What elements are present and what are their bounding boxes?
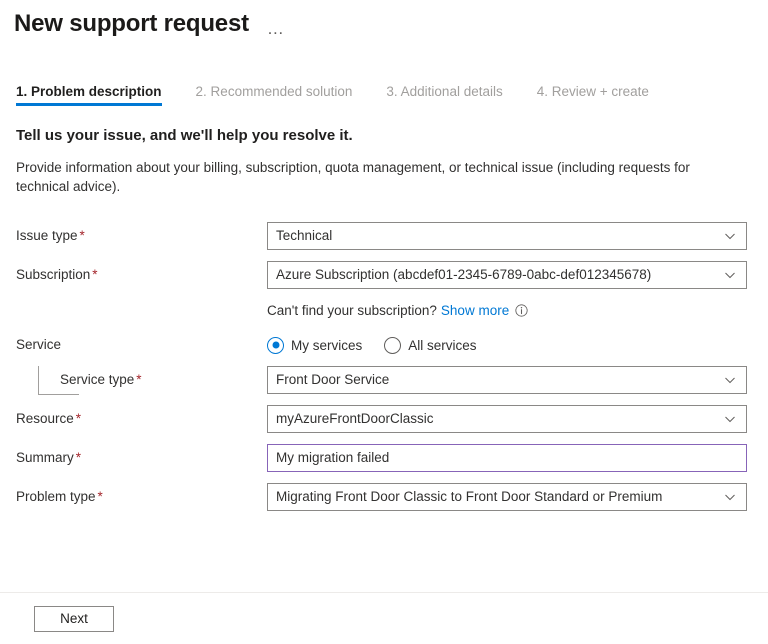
issue-type-dropdown[interactable]: Technical <box>267 222 747 250</box>
summary-label-text: Summary <box>16 450 74 465</box>
page-header: New support request … <box>0 0 768 40</box>
radio-all-services[interactable]: All services <box>384 336 477 354</box>
service-type-label-text: Service type <box>60 372 135 387</box>
intro-text: Provide information about your billing, … <box>16 160 690 194</box>
page-title: New support request <box>14 10 249 37</box>
required-asterisk: * <box>136 372 142 387</box>
subscription-label-text: Subscription <box>16 267 91 282</box>
problem-type-dropdown[interactable]: Migrating Front Door Classic to Front Do… <box>267 483 747 511</box>
more-options-icon[interactable]: … <box>267 20 286 37</box>
issue-type-label-text: Issue type <box>16 228 78 243</box>
form-row-issue-type: Issue type * Technical <box>16 222 768 250</box>
form-row-subscription: Subscription * Azure Subscription (abcdef… <box>16 261 768 289</box>
subscription-helper-text: Can't find your subscription? <box>267 302 437 318</box>
radio-all-services-label: All services <box>408 337 477 353</box>
radio-mark-selected-icon <box>267 336 284 354</box>
summary-label: Summary * <box>16 449 267 467</box>
service-type-value: Front Door Service <box>276 372 390 387</box>
summary-input[interactable]: My migration failed <box>267 444 747 472</box>
wizard-tabs: 1. Problem description 2. Recommended so… <box>0 80 768 106</box>
footer-bar: Next <box>0 593 768 644</box>
required-asterisk: * <box>75 450 82 465</box>
required-asterisk: * <box>75 411 82 426</box>
required-asterisk: * <box>97 489 103 504</box>
form-row-resource: Resource * myAzureFrontDoorClassic <box>16 405 768 433</box>
service-scope-radio-group: My services All services <box>267 336 499 354</box>
info-icon[interactable] <box>515 303 528 317</box>
required-asterisk: * <box>79 228 85 243</box>
intro-heading: Tell us your issue, and we'll help you r… <box>16 127 353 144</box>
chevron-down-icon <box>724 374 736 386</box>
tab-review-create[interactable]: 4. Review + create <box>537 84 649 106</box>
subscription-label: Subscription * <box>16 266 267 284</box>
problem-type-label-text: Problem type <box>16 489 96 504</box>
resource-dropdown[interactable]: myAzureFrontDoorClassic <box>267 405 747 433</box>
resource-label: Resource * <box>16 410 267 428</box>
show-more-link[interactable]: Show more <box>441 303 509 318</box>
service-type-dropdown[interactable]: Front Door Service <box>267 366 747 394</box>
resource-label-text: Resource <box>16 411 74 426</box>
next-button[interactable]: Next <box>34 605 114 632</box>
required-asterisk: * <box>92 267 98 282</box>
problem-type-value: Migrating Front Door Classic to Front Do… <box>276 489 663 504</box>
tab-problem-description[interactable]: 1. Problem description <box>16 84 162 106</box>
problem-type-label: Problem type * <box>16 488 267 506</box>
radio-my-services[interactable]: My services <box>267 336 363 354</box>
subscription-helper: Can't find your subscription? Show more <box>267 300 768 320</box>
form-row-service-type: Service type * Front Door Service <box>16 365 768 395</box>
radio-my-services-label: My services <box>291 337 363 353</box>
resource-value: myAzureFrontDoorClassic <box>276 411 434 426</box>
radio-mark-icon <box>384 336 402 354</box>
tab-recommended-solution[interactable]: 2. Recommended solution <box>196 84 353 106</box>
subscription-dropdown[interactable]: Azure Subscription (abcdef01-2345-6789-0… <box>267 261 747 289</box>
form-row-service: Service My services All services <box>16 332 768 358</box>
chevron-down-icon <box>724 491 736 503</box>
support-request-form: Issue type * Technical Subscription * Azur… <box>0 222 768 511</box>
form-row-problem-type: Problem type * Migrating Front Door Class… <box>16 483 768 511</box>
subscription-value: Azure Subscription (abcdef01-2345-6789-0… <box>276 267 652 282</box>
intro-section: Tell us your issue, and we'll help you r… <box>0 126 768 196</box>
service-label-text: Service <box>16 337 62 352</box>
summary-value: My migration failed <box>276 450 390 465</box>
chevron-down-icon <box>724 269 736 281</box>
service-type-label: Service type * <box>16 371 267 389</box>
issue-type-label: Issue type * <box>16 227 267 245</box>
chevron-down-icon <box>724 230 736 242</box>
chevron-down-icon <box>724 413 736 425</box>
form-row-summary: Summary * My migration failed <box>16 444 768 472</box>
tab-additional-details[interactable]: 3. Additional details <box>386 84 502 106</box>
service-label: Service <box>16 336 267 354</box>
issue-type-value: Technical <box>276 228 333 243</box>
